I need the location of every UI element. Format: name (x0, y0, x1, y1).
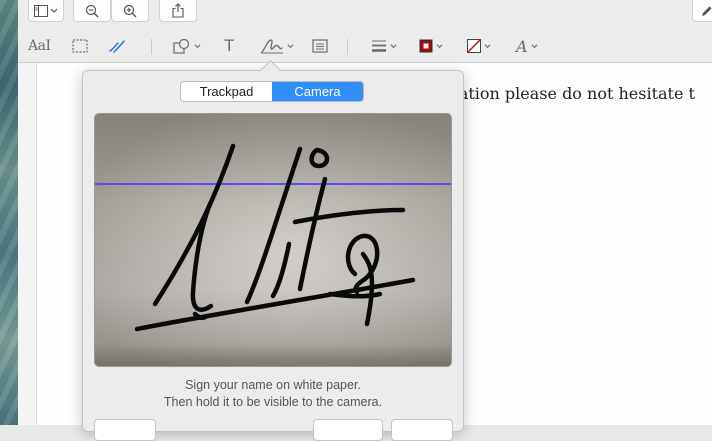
border-color-icon (419, 39, 433, 53)
sketch-icon (109, 40, 125, 53)
pencil-icon (702, 6, 712, 16)
camera-preview (94, 113, 452, 367)
rectangle-selection-icon (72, 39, 88, 53)
text-format-button[interactable]: A (516, 35, 538, 57)
signature-source-segmented-control: Trackpad Camera (180, 81, 364, 102)
line-style-icon (372, 40, 386, 52)
chevron-down-icon (390, 43, 397, 48)
share-button[interactable] (159, 0, 197, 22)
rectangular-selection-button[interactable] (72, 35, 88, 57)
text-icon: T (224, 36, 235, 55)
text-style-button[interactable]: AaI (28, 35, 51, 57)
font-icon: A (516, 36, 528, 56)
note-icon (312, 39, 328, 53)
text-style-icon: AaI (28, 38, 51, 54)
chevron-down-icon (287, 43, 294, 48)
main-toolbar (18, 0, 712, 30)
chevron-down-icon (531, 43, 538, 48)
markup-toolbar: AaI T A (18, 30, 712, 63)
sidebar-button[interactable] (28, 0, 64, 22)
chevron-down-icon (194, 43, 201, 48)
edit-toolbar-button[interactable] (692, 0, 712, 22)
zoom-out-button[interactable] (73, 0, 111, 22)
tab-trackpad[interactable]: Trackpad (181, 82, 272, 101)
shape-style-button[interactable] (371, 35, 397, 57)
signature-icon (261, 39, 283, 54)
zoom-in-icon (123, 4, 137, 17)
chevron-down-icon (436, 43, 443, 48)
border-color-button[interactable] (419, 35, 443, 57)
footer-left-button[interactable] (94, 419, 156, 441)
zoom-in-button[interactable] (111, 0, 149, 22)
footer-middle-button[interactable] (313, 419, 383, 441)
fill-color-icon (467, 39, 481, 53)
toolbar-separator (151, 39, 152, 55)
instruction-line-2: Then hold it to be visible to the camera… (163, 395, 383, 409)
note-button[interactable] (312, 35, 328, 57)
tab-camera[interactable]: Camera (272, 82, 363, 101)
sign-button[interactable] (260, 35, 294, 57)
document-text: rmation please do not hesitate t (436, 84, 695, 103)
zoom-out-icon (85, 4, 99, 17)
signature-instructions: Sign your name on white paper. Then hold… (83, 377, 463, 411)
sketch-button[interactable] (108, 35, 128, 57)
shapes-button[interactable] (173, 35, 201, 57)
chevron-down-icon (484, 43, 491, 48)
shapes-icon (173, 38, 190, 54)
signature-popover: Trackpad Camera Sign your name on white … (82, 59, 464, 441)
footer-right-button[interactable] (391, 419, 453, 441)
share-icon (172, 3, 184, 18)
captured-signature (134, 143, 416, 332)
toolbar-separator (347, 39, 348, 55)
sidebar-icon (34, 4, 58, 17)
instruction-line-1: Sign your name on white paper. (185, 378, 361, 392)
fill-color-button[interactable] (467, 35, 491, 57)
text-tool-button[interactable]: T (224, 35, 234, 57)
